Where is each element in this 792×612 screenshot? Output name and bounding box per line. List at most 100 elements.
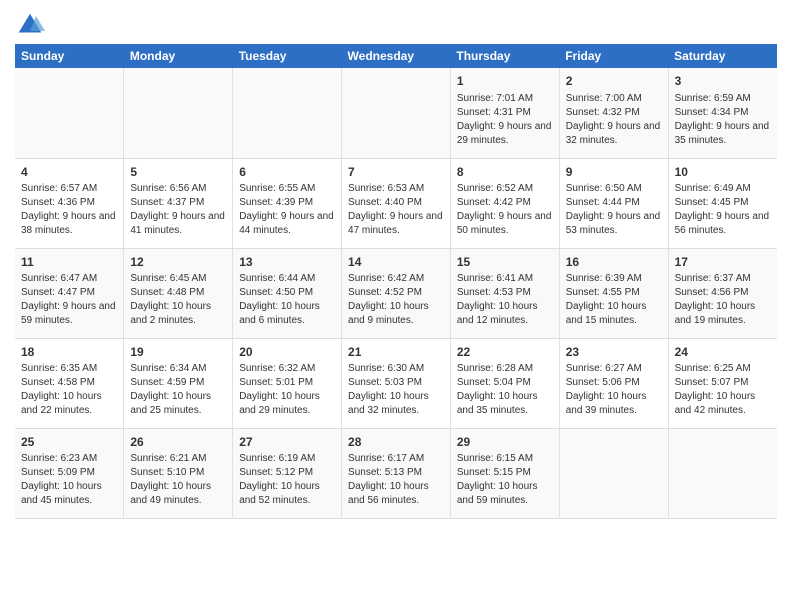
day-info: Sunrise: 6:15 AMSunset: 5:15 PMDaylight:… [457,452,553,508]
header-monday: Monday [124,44,233,68]
calendar-week-row: 18Sunrise: 6:35 AMSunset: 4:58 PMDayligh… [15,338,777,428]
calendar-table: SundayMondayTuesdayWednesdayThursdayFrid… [15,44,777,519]
header-tuesday: Tuesday [233,44,342,68]
day-info: Sunrise: 6:37 AMSunset: 4:56 PMDaylight:… [675,272,771,328]
calendar-day-10: 10Sunrise: 6:49 AMSunset: 4:45 PMDayligh… [668,158,777,248]
day-number: 4 [21,164,117,181]
empty-cell [668,428,777,518]
day-number: 25 [21,434,117,451]
day-number: 17 [675,254,771,271]
header-thursday: Thursday [450,44,559,68]
day-info: Sunrise: 6:45 AMSunset: 4:48 PMDaylight:… [130,272,226,328]
calendar-day-26: 26Sunrise: 6:21 AMSunset: 5:10 PMDayligh… [124,428,233,518]
calendar-day-15: 15Sunrise: 6:41 AMSunset: 4:53 PMDayligh… [450,248,559,338]
day-info: Sunrise: 7:01 AMSunset: 4:31 PMDaylight:… [457,92,553,148]
calendar-day-9: 9Sunrise: 6:50 AMSunset: 4:44 PMDaylight… [559,158,668,248]
day-info: Sunrise: 7:00 AMSunset: 4:32 PMDaylight:… [566,92,662,148]
calendar-day-1: 1 Sunrise: 7:01 AMSunset: 4:31 PMDaylight… [450,68,559,158]
day-number: 5 [130,164,226,181]
day-info: Sunrise: 6:34 AMSunset: 4:59 PMDaylight:… [130,362,226,418]
day-info: Sunrise: 6:25 AMSunset: 5:07 PMDaylight:… [675,362,771,418]
logo [15,10,49,40]
header-sunday: Sunday [15,44,124,68]
logo-icon [15,10,45,40]
calendar-day-18: 18Sunrise: 6:35 AMSunset: 4:58 PMDayligh… [15,338,124,428]
day-number: 10 [675,164,771,181]
empty-cell [233,68,342,158]
day-number: 6 [239,164,335,181]
empty-cell [559,428,668,518]
day-number: 1 [457,73,553,90]
day-info: Sunrise: 6:19 AMSunset: 5:12 PMDaylight:… [239,452,335,508]
day-number: 27 [239,434,335,451]
day-info: Sunrise: 6:28 AMSunset: 5:04 PMDaylight:… [457,362,553,418]
page-header [15,10,777,40]
day-number: 11 [21,254,117,271]
day-info: Sunrise: 6:47 AMSunset: 4:47 PMDaylight:… [21,272,117,328]
day-info: Sunrise: 6:21 AMSunset: 5:10 PMDaylight:… [130,452,226,508]
day-info: Sunrise: 6:39 AMSunset: 4:55 PMDaylight:… [566,272,662,328]
calendar-day-24: 24Sunrise: 6:25 AMSunset: 5:07 PMDayligh… [668,338,777,428]
calendar-body: 1 Sunrise: 7:01 AMSunset: 4:31 PMDaylight… [15,68,777,518]
day-number: 3 [675,73,771,90]
day-info: Sunrise: 6:49 AMSunset: 4:45 PMDaylight:… [675,182,771,238]
day-number: 23 [566,344,662,361]
calendar-day-29: 29Sunrise: 6:15 AMSunset: 5:15 PMDayligh… [450,428,559,518]
day-info: Sunrise: 6:56 AMSunset: 4:37 PMDaylight:… [130,182,226,238]
calendar-week-row: 1 Sunrise: 7:01 AMSunset: 4:31 PMDaylight… [15,68,777,158]
calendar-day-16: 16Sunrise: 6:39 AMSunset: 4:55 PMDayligh… [559,248,668,338]
day-number: 20 [239,344,335,361]
calendar-day-3: 3 Sunrise: 6:59 AMSunset: 4:34 PMDaylight… [668,68,777,158]
calendar-day-27: 27Sunrise: 6:19 AMSunset: 5:12 PMDayligh… [233,428,342,518]
day-info: Sunrise: 6:41 AMSunset: 4:53 PMDaylight:… [457,272,553,328]
day-info: Sunrise: 6:44 AMSunset: 4:50 PMDaylight:… [239,272,335,328]
calendar-day-8: 8Sunrise: 6:52 AMSunset: 4:42 PMDaylight… [450,158,559,248]
calendar-header-row: SundayMondayTuesdayWednesdayThursdayFrid… [15,44,777,68]
calendar-day-12: 12Sunrise: 6:45 AMSunset: 4:48 PMDayligh… [124,248,233,338]
day-number: 22 [457,344,553,361]
day-info: Sunrise: 6:55 AMSunset: 4:39 PMDaylight:… [239,182,335,238]
header-friday: Friday [559,44,668,68]
day-info: Sunrise: 6:23 AMSunset: 5:09 PMDaylight:… [21,452,117,508]
day-number: 19 [130,344,226,361]
calendar-week-row: 11Sunrise: 6:47 AMSunset: 4:47 PMDayligh… [15,248,777,338]
calendar-day-20: 20Sunrise: 6:32 AMSunset: 5:01 PMDayligh… [233,338,342,428]
day-info: Sunrise: 6:30 AMSunset: 5:03 PMDaylight:… [348,362,444,418]
calendar-week-row: 4Sunrise: 6:57 AMSunset: 4:36 PMDaylight… [15,158,777,248]
day-info: Sunrise: 6:52 AMSunset: 4:42 PMDaylight:… [457,182,553,238]
calendar-day-22: 22Sunrise: 6:28 AMSunset: 5:04 PMDayligh… [450,338,559,428]
day-number: 16 [566,254,662,271]
day-number: 14 [348,254,444,271]
calendar-day-21: 21Sunrise: 6:30 AMSunset: 5:03 PMDayligh… [342,338,451,428]
day-number: 28 [348,434,444,451]
day-number: 21 [348,344,444,361]
day-info: Sunrise: 6:35 AMSunset: 4:58 PMDaylight:… [21,362,117,418]
calendar-day-17: 17Sunrise: 6:37 AMSunset: 4:56 PMDayligh… [668,248,777,338]
day-info: Sunrise: 6:27 AMSunset: 5:06 PMDaylight:… [566,362,662,418]
day-number: 26 [130,434,226,451]
calendar-day-28: 28Sunrise: 6:17 AMSunset: 5:13 PMDayligh… [342,428,451,518]
day-info: Sunrise: 6:50 AMSunset: 4:44 PMDaylight:… [566,182,662,238]
day-number: 12 [130,254,226,271]
day-number: 15 [457,254,553,271]
calendar-day-13: 13Sunrise: 6:44 AMSunset: 4:50 PMDayligh… [233,248,342,338]
calendar-day-2: 2Sunrise: 7:00 AMSunset: 4:32 PMDaylight… [559,68,668,158]
day-number: 8 [457,164,553,181]
calendar-day-19: 19Sunrise: 6:34 AMSunset: 4:59 PMDayligh… [124,338,233,428]
day-info: Sunrise: 6:53 AMSunset: 4:40 PMDaylight:… [348,182,444,238]
calendar-day-5: 5Sunrise: 6:56 AMSunset: 4:37 PMDaylight… [124,158,233,248]
day-number: 18 [21,344,117,361]
calendar-day-23: 23Sunrise: 6:27 AMSunset: 5:06 PMDayligh… [559,338,668,428]
header-wednesday: Wednesday [342,44,451,68]
header-saturday: Saturday [668,44,777,68]
calendar-week-row: 25Sunrise: 6:23 AMSunset: 5:09 PMDayligh… [15,428,777,518]
day-number: 24 [675,344,771,361]
calendar-day-7: 7Sunrise: 6:53 AMSunset: 4:40 PMDaylight… [342,158,451,248]
empty-cell [124,68,233,158]
empty-cell [342,68,451,158]
calendar-day-11: 11Sunrise: 6:47 AMSunset: 4:47 PMDayligh… [15,248,124,338]
day-number: 7 [348,164,444,181]
calendar-day-4: 4Sunrise: 6:57 AMSunset: 4:36 PMDaylight… [15,158,124,248]
day-info: Sunrise: 6:59 AMSunset: 4:34 PMDaylight:… [675,92,771,148]
calendar-day-25: 25Sunrise: 6:23 AMSunset: 5:09 PMDayligh… [15,428,124,518]
